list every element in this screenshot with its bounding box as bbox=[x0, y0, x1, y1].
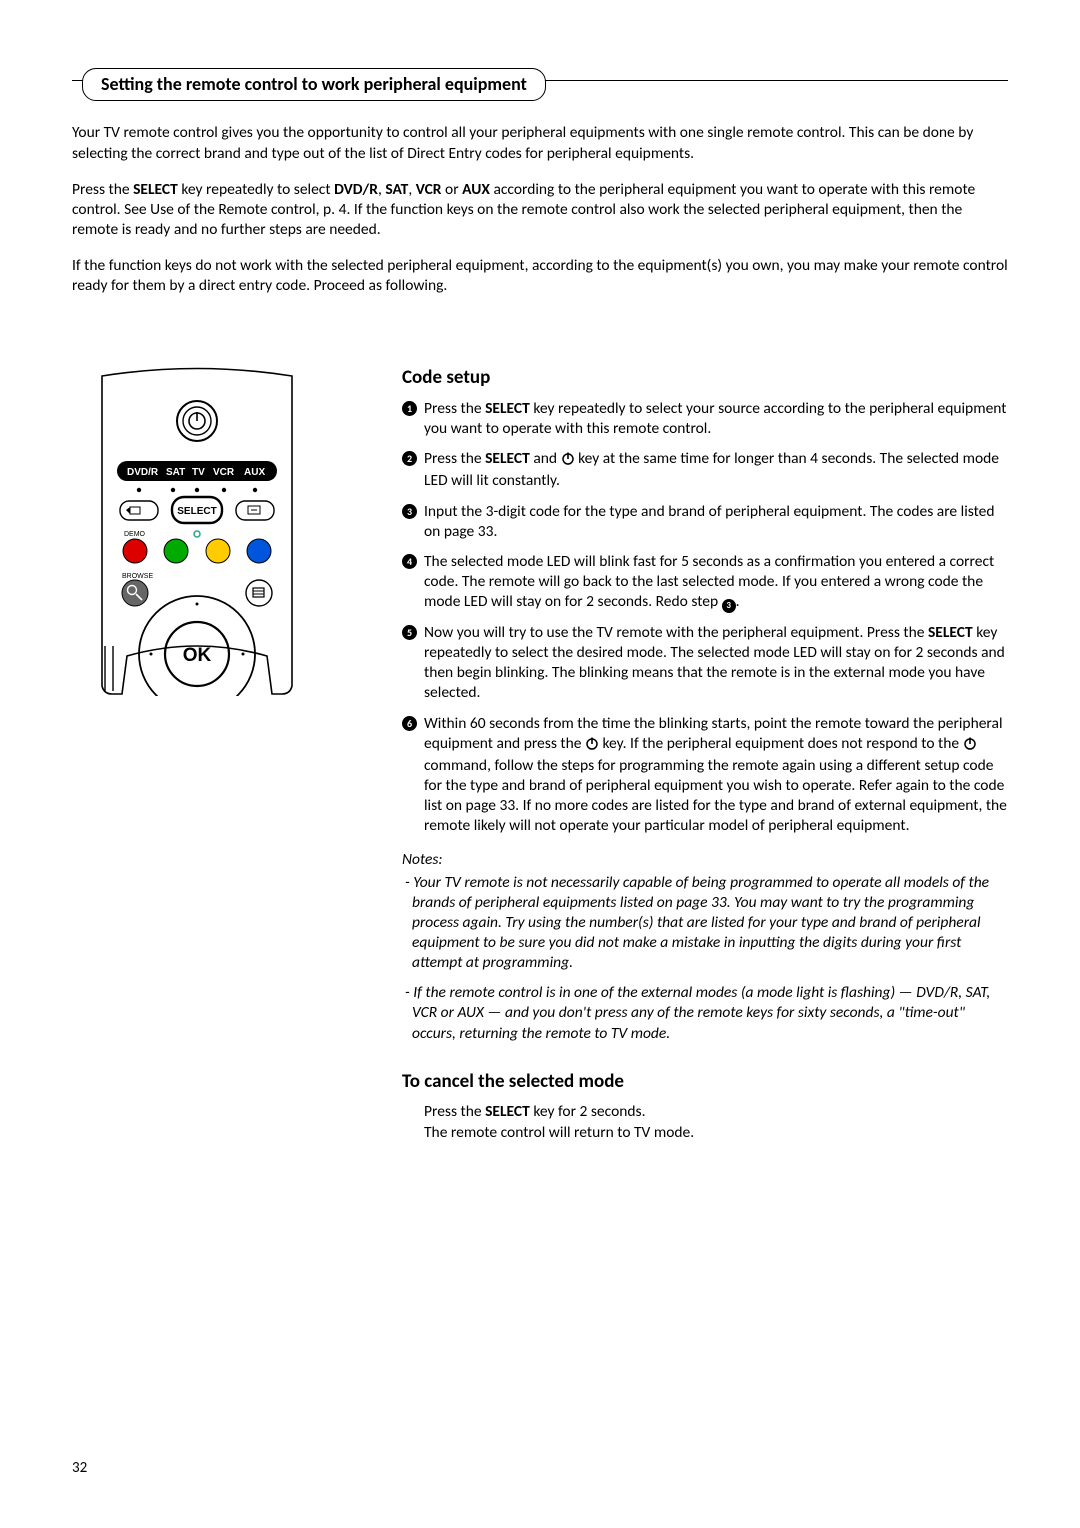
intro-p3: If the function keys do not work with th… bbox=[72, 256, 1008, 296]
step-1: 1 Press the SELECT key repeatedly to sel… bbox=[402, 399, 1008, 439]
note-2: - If the remote control is in one of the… bbox=[402, 983, 1008, 1043]
mode-aux: AUX bbox=[244, 467, 265, 478]
cancel-line1: Press the SELECT key for 2 seconds. bbox=[424, 1102, 1008, 1122]
browse-label: BROWSE bbox=[122, 573, 153, 580]
note-1: - Your TV remote is not necessarily capa… bbox=[402, 873, 1008, 974]
demo-label: DEMO bbox=[124, 531, 146, 538]
bullet-4-icon: 4 bbox=[402, 554, 417, 569]
mode-sat: SAT bbox=[166, 467, 185, 478]
power-icon bbox=[561, 451, 575, 471]
step-6: 6 Within 60 seconds from the time the bl… bbox=[402, 714, 1008, 837]
bullet-5-icon: 5 bbox=[402, 625, 417, 640]
bullet-6-icon: 6 bbox=[402, 716, 417, 731]
power-icon bbox=[963, 736, 977, 756]
step-2: 2 Press the SELECT and key at the same t… bbox=[402, 449, 1008, 491]
step-4: 4 The selected mode LED will blink fast … bbox=[402, 552, 1008, 613]
notes-block: Notes: - Your TV remote is not necessari… bbox=[402, 850, 1008, 1043]
select-button: SELECT bbox=[177, 506, 216, 517]
cancel-section: To cancel the selected mode Press the SE… bbox=[402, 1070, 1008, 1143]
cancel-line2: The remote control will return to TV mod… bbox=[424, 1123, 1008, 1143]
cancel-heading: To cancel the selected mode bbox=[402, 1070, 1008, 1095]
code-setup-heading: Code setup bbox=[402, 366, 1008, 391]
step-5: 5 Now you will try to use the TV remote … bbox=[402, 623, 1008, 704]
mode-vcr: VCR bbox=[213, 467, 235, 478]
remote-illustration: DVD/R SAT TV VCR AUX SELECT DEMO bbox=[72, 366, 402, 1142]
ok-button: OK bbox=[183, 645, 212, 666]
remote-svg: DVD/R SAT TV VCR AUX SELECT DEMO bbox=[72, 366, 322, 696]
page-number: 32 bbox=[72, 1459, 87, 1479]
power-icon bbox=[585, 736, 599, 756]
bullet-3-icon: 3 bbox=[402, 504, 417, 519]
bullet-1-icon: 1 bbox=[402, 401, 417, 416]
notes-heading: Notes: bbox=[402, 850, 1008, 870]
bullet-2-icon: 2 bbox=[402, 451, 417, 466]
mode-dvdr: DVD/R bbox=[127, 467, 159, 478]
mode-tv: TV bbox=[192, 467, 205, 478]
step-3: 3 Input the 3-digit code for the type an… bbox=[402, 502, 1008, 542]
intro-p2: Press the SELECT key repeatedly to selec… bbox=[72, 180, 1008, 240]
inline-bullet-3-icon: 3 bbox=[722, 599, 736, 613]
code-setup-steps: 1 Press the SELECT key repeatedly to sel… bbox=[402, 399, 1008, 836]
intro-p1: Your TV remote control gives you the opp… bbox=[72, 123, 1008, 163]
section-title: Setting the remote control to work perip… bbox=[82, 68, 546, 101]
intro-block: Your TV remote control gives you the opp… bbox=[72, 123, 1008, 296]
